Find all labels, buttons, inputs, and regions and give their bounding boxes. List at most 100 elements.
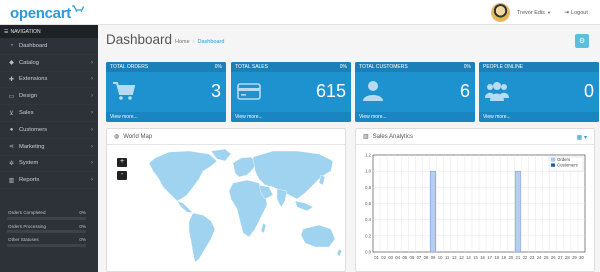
avatar — [491, 3, 510, 22]
panel-title: World Map — [123, 133, 153, 140]
sidebar-item-system[interactable]: ✲ System › — [0, 156, 98, 173]
tile-percent: 0% — [339, 64, 347, 70]
x-tick-label: 15 — [473, 255, 478, 260]
sidebar-item-label: Reports — [19, 177, 40, 184]
credit-card-icon — [237, 83, 261, 100]
sidebar-item-marketing[interactable]: ⋖ Marketing › — [0, 139, 98, 156]
user-icon — [363, 81, 383, 101]
x-tick-label: 05 — [402, 255, 407, 260]
sidebar-item-extensions[interactable]: ✚ Extensions › — [0, 72, 98, 89]
sidebar-item-sales[interactable]: ⊻ Sales › — [0, 105, 98, 122]
zoom-in-button[interactable]: + — [117, 158, 127, 167]
caret-down-icon: ▾ — [547, 9, 551, 15]
tile-percent: 0% — [214, 64, 222, 70]
menu-icon: ☰ — [4, 28, 9, 35]
x-tick-label: 30 — [579, 255, 584, 260]
progress-bar — [7, 230, 86, 233]
bar-chart-icon: ▥ — [363, 134, 369, 140]
tile-total-customers: TOTAL CUSTOMERS 0% 6 View more... — [355, 62, 475, 122]
stat-label: Orders Processing — [8, 223, 47, 229]
view-more-link[interactable]: View more... — [231, 112, 351, 122]
cart-icon: ⊻ — [9, 110, 14, 117]
tile-value: 6 — [459, 81, 470, 101]
cog-icon: ✲ — [8, 160, 15, 167]
x-tick-label: 20 — [508, 255, 513, 260]
settings-button[interactable]: ⚙ — [575, 34, 589, 48]
cart-icon — [113, 82, 136, 100]
x-tick-label: 21 — [516, 255, 521, 260]
breadcrumb-dashboard[interactable]: Dashboard — [198, 39, 225, 45]
breadcrumb: Home › Dashboard — [175, 39, 224, 45]
order-status-stats: Orders Completed 0% Orders Processing 0%… — [7, 208, 86, 249]
x-tick-label: 19 — [501, 255, 506, 260]
nav-heading[interactable]: ☰ NAVIGATION — [0, 25, 98, 38]
x-tick-label: 28 — [565, 255, 570, 260]
stat-orders-processing: Orders Processing 0% — [7, 222, 86, 236]
panel-header: ◍ World Map — [107, 129, 345, 145]
legend-swatch — [550, 163, 556, 167]
puzzle-icon: ✚ — [8, 76, 15, 83]
chevron-right-icon: › — [91, 160, 93, 167]
bar-orders — [514, 170, 521, 253]
user-menu[interactable]: Trevor Edis ▾ — [491, 3, 550, 22]
x-tick-label: 01 — [374, 255, 379, 260]
map-region-australia — [300, 224, 336, 248]
view-more-link[interactable]: View more... — [106, 112, 226, 122]
x-tick-label: 09 — [431, 255, 436, 260]
sidebar-item-label: Catalog — [19, 59, 39, 66]
users-icon — [485, 82, 509, 101]
stat-label: Orders Completed — [8, 210, 46, 215]
world-map[interactable] — [107, 145, 345, 271]
tile-header: TOTAL CUSTOMERS 0% — [355, 62, 475, 72]
x-tick-label: 02 — [381, 255, 386, 260]
user-name: Trevor Edis — [517, 9, 545, 16]
bar-orders — [430, 170, 437, 253]
sidebar-item-label: Sales — [19, 110, 34, 117]
tile-body: 6 — [355, 72, 475, 112]
progress-bar — [7, 216, 86, 220]
x-tick-label: 10 — [438, 255, 443, 260]
stat-other-statuses: Other Statuses 0% — [7, 235, 86, 249]
tag-icon: ◆ — [9, 60, 14, 67]
tile-title: TOTAL SALES — [235, 64, 268, 70]
legend-label: Orders — [557, 157, 570, 162]
nav-heading-label: NAVIGATION — [10, 28, 41, 35]
logout-link[interactable]: ⇥ Logout — [564, 9, 588, 17]
stat-orders-completed: Orders Completed 0% — [7, 208, 86, 222]
sidebar-item-customers[interactable]: ● Customers › — [0, 122, 98, 139]
sidebar-item-design[interactable]: ▭ Design › — [0, 88, 98, 106]
x-tick-label: 18 — [494, 255, 499, 260]
stat-label: Other Statuses — [8, 237, 39, 242]
chevron-right-icon: › — [91, 76, 93, 83]
calendar-dropdown-button[interactable]: ▦ ▾ — [577, 134, 587, 141]
panel-title: Sales Analytics — [372, 133, 414, 140]
globe-icon: ◍ — [114, 134, 120, 140]
sidebar-item-dashboard[interactable]: ◔ Dashboard — [0, 38, 98, 55]
stat-value: 0% — [79, 237, 86, 242]
logout-label: Logout — [571, 9, 588, 16]
top-header: opencart Trevor Edis ▾ ⇥ Logout — [0, 0, 600, 25]
sidebar-item-reports[interactable]: ▥ Reports › — [0, 172, 98, 190]
y-tick-label: 1.2 — [365, 153, 371, 158]
x-tick-label: 23 — [530, 255, 535, 260]
tile-title: TOTAL ORDERS — [110, 64, 149, 70]
view-more-link[interactable]: View more... — [479, 112, 599, 122]
x-tick-label: 27 — [558, 255, 563, 260]
sidebar-item-catalog[interactable]: ◆ Catalog › — [0, 55, 98, 72]
tile-header: PEOPLE ONLINE — [479, 62, 599, 72]
y-tick-label: 0.2 — [365, 233, 371, 238]
breadcrumb-home[interactable]: Home — [175, 39, 190, 45]
sidebar-item-label: Extensions — [19, 76, 48, 83]
opencart-logo[interactable]: opencart — [10, 3, 84, 21]
map-region-madagascar — [260, 222, 267, 234]
tile-body: 0 — [479, 72, 599, 112]
view-more-link[interactable]: View more... — [355, 112, 475, 122]
x-tick-label: 17 — [487, 255, 492, 260]
x-tick-label: 22 — [523, 255, 528, 260]
tile-total-orders: TOTAL ORDERS 0% 3 View more... — [106, 62, 226, 122]
zoom-out-button[interactable]: - — [117, 171, 127, 180]
user-icon: ● — [9, 126, 14, 133]
sidebar-item-label: Dashboard — [19, 42, 48, 49]
map-region-india — [276, 188, 288, 208]
x-tick-label: 25 — [544, 255, 549, 260]
